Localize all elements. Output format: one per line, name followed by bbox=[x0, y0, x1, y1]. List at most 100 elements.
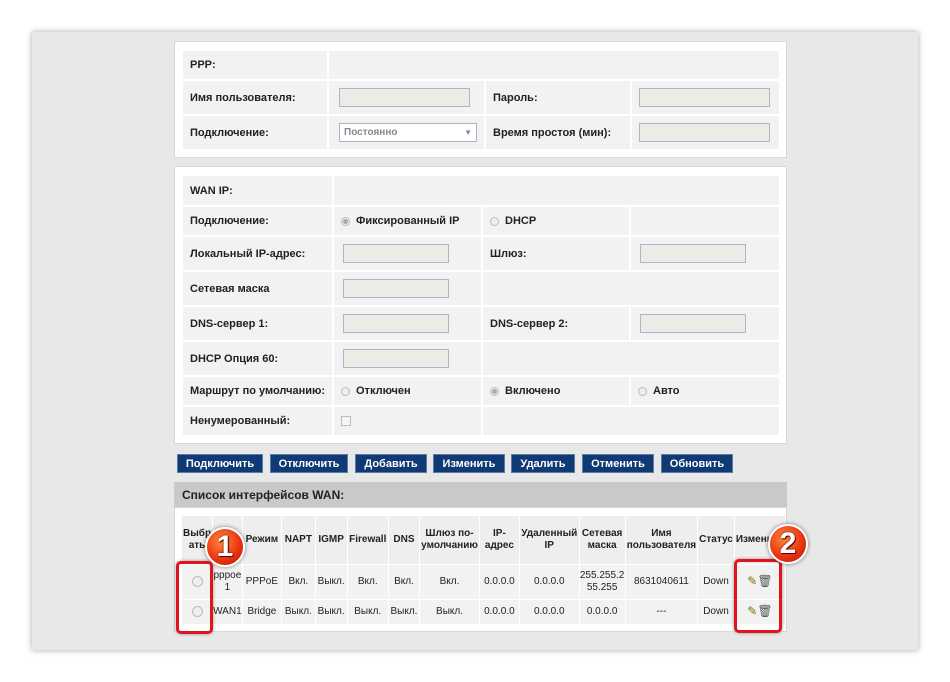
gateway-input[interactable] bbox=[640, 244, 746, 263]
cell-default-gw: Вкл. bbox=[420, 565, 479, 599]
ppp-title-fill bbox=[329, 51, 779, 79]
cell-dns: Выкл. bbox=[388, 600, 420, 624]
dhcp-radio[interactable] bbox=[490, 216, 499, 226]
cell-mode: Bridge bbox=[242, 600, 282, 624]
cell-igmp: Выкл. bbox=[315, 600, 347, 624]
connection-fill bbox=[631, 207, 779, 235]
cell-firewall: Выкл. bbox=[347, 600, 388, 624]
dhcp60-cell bbox=[334, 342, 481, 375]
col-dns: DNS bbox=[388, 516, 420, 564]
static-ip-option[interactable]: Фиксированный IP bbox=[334, 207, 481, 235]
route-off-radio[interactable] bbox=[341, 386, 350, 396]
cell-ip: 0.0.0.0 bbox=[479, 565, 519, 599]
col-ip: IP-адрес bbox=[479, 516, 519, 564]
cell-mode: PPPoE bbox=[242, 565, 282, 599]
cell-status: Down bbox=[698, 565, 734, 599]
wan-interfaces-table: Выбр ать Имя Режим NAPT IGMP Firewall DN… bbox=[181, 515, 786, 625]
table-row: pppoe 1 PPPoE Вкл. Выкл. Вкл. Вкл. Вкл. … bbox=[182, 565, 785, 599]
username-label: Имя пользователя: bbox=[183, 81, 327, 114]
wanip-connection-label: Подключение: bbox=[183, 207, 332, 235]
route-auto-radio[interactable] bbox=[638, 386, 647, 396]
table-header-row: Выбр ать Имя Режим NAPT IGMP Firewall DN… bbox=[182, 516, 785, 564]
wanip-title: WAN IP: bbox=[183, 176, 332, 205]
cell-mask: 255.255.255.255 bbox=[579, 565, 625, 599]
highlight-edit-column bbox=[734, 559, 782, 633]
mask-input[interactable] bbox=[343, 279, 449, 298]
local-ip-cell bbox=[334, 237, 481, 270]
password-label: Пароль: bbox=[486, 81, 630, 114]
dns2-label: DNS-сервер 2: bbox=[483, 307, 629, 340]
connect-button[interactable]: Подключить bbox=[177, 454, 263, 473]
password-cell bbox=[632, 81, 779, 114]
add-button[interactable]: Добавить bbox=[355, 454, 427, 473]
dhcp60-label: DHCP Опция 60: bbox=[183, 342, 332, 375]
col-igmp: IGMP bbox=[315, 516, 347, 564]
ppp-title: PPP: bbox=[183, 51, 327, 79]
route-off-text: Отключен bbox=[356, 385, 411, 397]
static-ip-radio[interactable] bbox=[341, 216, 350, 226]
route-off-option[interactable]: Отключен bbox=[334, 377, 481, 405]
refresh-button[interactable]: Обновить bbox=[661, 454, 733, 473]
cell-firewall: Вкл. bbox=[347, 565, 388, 599]
unnumbered-fill bbox=[483, 407, 779, 435]
unnumbered-checkbox[interactable] bbox=[341, 416, 351, 426]
delete-button[interactable]: Удалить bbox=[511, 454, 575, 473]
table-row: WAN1 Bridge Выкл. Выкл. Выкл. Выкл. Выкл… bbox=[182, 600, 785, 624]
local-ip-label: Локальный IP-адрес: bbox=[183, 237, 332, 270]
username-input[interactable] bbox=[339, 88, 470, 107]
edit-button[interactable]: Изменить bbox=[433, 454, 505, 473]
dhcp-option[interactable]: DHCP bbox=[483, 207, 629, 235]
cell-default-gw: Выкл. bbox=[420, 600, 479, 624]
col-status: Статус bbox=[698, 516, 734, 564]
col-mask: Сетевая маска bbox=[579, 516, 625, 564]
chevron-down-icon: ▼ bbox=[464, 128, 472, 137]
unnumbered-cell bbox=[334, 407, 481, 435]
cell-dns: Вкл. bbox=[388, 565, 420, 599]
ppp-connection-label: Подключение: bbox=[183, 116, 327, 149]
cell-napt: Выкл. bbox=[282, 600, 315, 624]
password-input[interactable] bbox=[639, 88, 770, 107]
col-firewall: Firewall bbox=[347, 516, 388, 564]
wan-ip-panel: WAN IP: Подключение: Фиксированный IP DH… bbox=[174, 166, 787, 444]
disconnect-button[interactable]: Отключить bbox=[270, 454, 348, 473]
cell-ip: 0.0.0.0 bbox=[479, 600, 519, 624]
mask-cell bbox=[334, 272, 481, 305]
gateway-cell bbox=[631, 237, 779, 270]
static-ip-text: Фиксированный IP bbox=[356, 215, 460, 227]
ppp-connection-select[interactable]: Постоянно ▼ bbox=[339, 123, 477, 142]
gateway-label: Шлюз: bbox=[483, 237, 629, 270]
cell-name: WAN1 bbox=[213, 600, 242, 624]
mask-label: Сетевая маска bbox=[183, 272, 332, 305]
route-auto-option[interactable]: Авто bbox=[631, 377, 779, 405]
route-on-radio[interactable] bbox=[490, 386, 499, 396]
dns2-cell bbox=[631, 307, 779, 340]
dns1-cell bbox=[334, 307, 481, 340]
dns1-input[interactable] bbox=[343, 314, 449, 333]
step-badge-1: 1 bbox=[205, 527, 245, 567]
cell-name: pppoe 1 bbox=[213, 565, 242, 599]
route-on-option[interactable]: Включено bbox=[483, 377, 629, 405]
wanip-title-fill bbox=[334, 176, 779, 205]
local-ip-input[interactable] bbox=[343, 244, 449, 263]
col-mode: Режим bbox=[242, 516, 282, 564]
cell-napt: Вкл. bbox=[282, 565, 315, 599]
col-napt: NAPT bbox=[282, 516, 315, 564]
wan-list-title: Список интерфейсов WAN: bbox=[174, 482, 787, 507]
cell-igmp: Выкл. bbox=[315, 565, 347, 599]
idle-time-cell bbox=[632, 116, 779, 149]
idle-time-label: Время простоя (мин): bbox=[486, 116, 630, 149]
col-default-gw: Шлюз по-умолчанию bbox=[420, 516, 479, 564]
cancel-button[interactable]: Отменить bbox=[582, 454, 654, 473]
dhcp60-fill bbox=[483, 342, 779, 375]
cell-username: --- bbox=[625, 600, 698, 624]
dhcp60-input[interactable] bbox=[343, 349, 449, 368]
mask-fill bbox=[483, 272, 779, 305]
col-remote-ip: Удаленный IP bbox=[519, 516, 579, 564]
cell-status: Down bbox=[698, 600, 734, 624]
dns2-input[interactable] bbox=[640, 314, 746, 333]
ppp-connection-value: Постоянно bbox=[344, 127, 398, 138]
cell-mask: 0.0.0.0 bbox=[579, 600, 625, 624]
cell-remote-ip: 0.0.0.0 bbox=[519, 600, 579, 624]
idle-time-input[interactable] bbox=[639, 123, 770, 142]
cell-remote-ip: 0.0.0.0 bbox=[519, 565, 579, 599]
